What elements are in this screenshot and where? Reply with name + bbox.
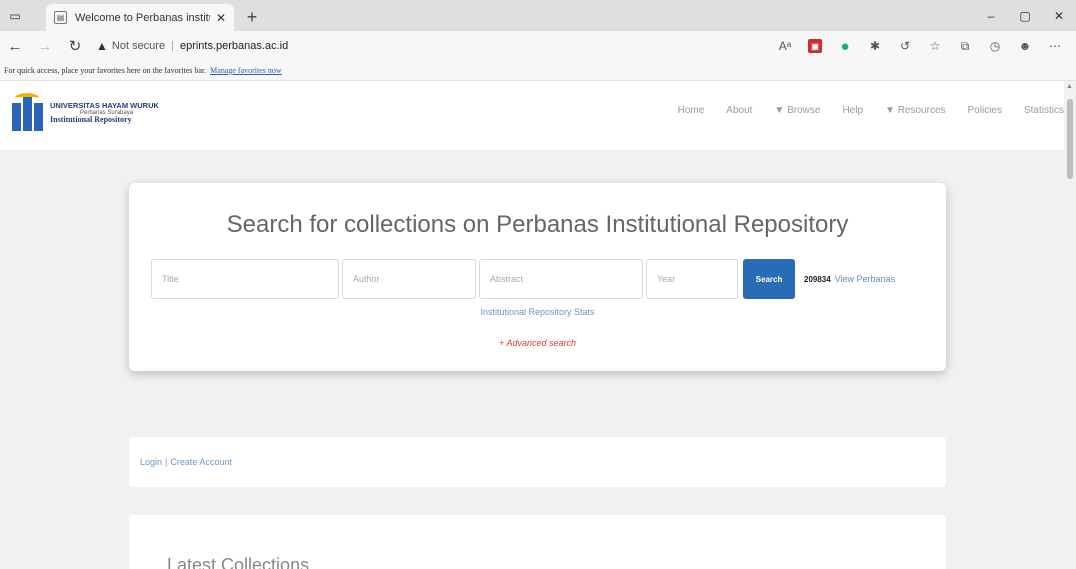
favorites-hint: For quick access, place your favorites h…	[4, 66, 207, 75]
search-form: Title Author Abstract Year Search 209834…	[151, 259, 895, 299]
site-header: UNIVERSITAS HAYAM WURUK Perbanas Surabay…	[0, 81, 1064, 151]
forward-icon[interactable]: →	[30, 31, 60, 61]
latest-collections-heading: Latest Collections	[167, 555, 310, 569]
pdf-extension-icon[interactable]: ▣	[808, 39, 822, 53]
refresh-icon[interactable]: ↻	[60, 31, 90, 61]
view-perbanas-link[interactable]: View Perbanas	[835, 274, 895, 284]
url-separator: |	[171, 40, 174, 52]
university-logo-icon	[10, 93, 44, 133]
url-text: eprints.perbanas.ac.id	[179, 40, 289, 52]
favorite-star-icon[interactable]: ☆	[920, 31, 950, 61]
repository-stats-link[interactable]: Institutional Repository Stats	[129, 307, 946, 317]
back-icon[interactable]: ←	[0, 31, 30, 61]
site-logo[interactable]: UNIVERSITAS HAYAM WURUK Perbanas Surabay…	[10, 93, 159, 133]
link-divider: |	[165, 457, 168, 467]
browser-toolbar: ← → ↻ ▲ Not secure | eprints.perbanas.ac…	[0, 31, 1076, 61]
search-card: Search for collections on Perbanas Insti…	[129, 183, 946, 371]
login-link[interactable]: Login	[140, 457, 162, 467]
browser-tab-bar: ▭ ▤ Welcome to Perbanas institutio ✕ + –…	[0, 0, 1076, 31]
not-secure-label: Not secure	[111, 40, 166, 52]
puzzle-extension-icon[interactable]: ✱	[860, 31, 890, 61]
nav-resources[interactable]: ▼ Resources	[885, 105, 945, 116]
browser-tab[interactable]: ▤ Welcome to Perbanas institutio ✕	[46, 4, 234, 31]
address-bar[interactable]: ▲ Not secure | eprints.perbanas.ac.id	[96, 34, 656, 58]
new-tab-button[interactable]: +	[238, 4, 266, 31]
favorites-bar: For quick access, place your favorites h…	[0, 61, 1076, 81]
scroll-up-icon[interactable]: ▲	[1066, 83, 1073, 90]
scrollbar-thumb[interactable]	[1067, 99, 1073, 179]
green-extension-icon[interactable]: ●	[830, 31, 860, 61]
abstract-input[interactable]: Abstract	[479, 259, 643, 299]
nav-statistics[interactable]: Statistics	[1024, 105, 1064, 116]
more-options-icon[interactable]: ⋯	[1040, 31, 1070, 61]
main-navigation: Home About ▼ Browse Help ▼ Resources Pol…	[656, 105, 1064, 116]
history-icon[interactable]: ◷	[980, 31, 1010, 61]
refresh-extension-icon[interactable]: ↺	[890, 31, 920, 61]
author-input[interactable]: Author	[342, 259, 476, 299]
collections-icon[interactable]: ⧉	[950, 31, 980, 61]
nav-policies[interactable]: Policies	[968, 105, 1002, 116]
logo-line-1: UNIVERSITAS HAYAM WURUK	[50, 100, 159, 110]
logo-line-3: Institutional Repository	[50, 114, 132, 124]
nav-help[interactable]: Help	[842, 105, 863, 116]
nav-browse[interactable]: ▼ Browse	[774, 105, 820, 116]
extension-icons: Aᵃ ▣ ● ✱ ↺ ☆ ⧉ ◷ ☻ ⋯	[770, 31, 1070, 61]
profile-icon[interactable]: ☻	[1010, 31, 1040, 61]
account-card: Login | Create Account	[129, 437, 946, 487]
create-account-link[interactable]: Create Account	[170, 457, 232, 467]
year-input[interactable]: Year	[646, 259, 738, 299]
page-scrollbar[interactable]: ▲	[1064, 81, 1076, 569]
advanced-search-link[interactable]: + Advanced search	[129, 338, 946, 348]
warning-icon: ▲	[96, 39, 108, 53]
tab-title: Welcome to Perbanas institutio	[75, 11, 210, 24]
nav-home[interactable]: Home	[678, 105, 705, 116]
latest-collections-card: Latest Collections	[129, 515, 946, 569]
minimize-icon[interactable]: –	[974, 0, 1008, 31]
close-window-icon[interactable]: ✕	[1042, 0, 1076, 31]
maximize-icon[interactable]: ▢	[1008, 0, 1042, 31]
manage-favorites-link[interactable]: Manage favorites now	[210, 66, 282, 75]
search-button[interactable]: Search	[743, 259, 795, 299]
title-input[interactable]: Title	[151, 259, 339, 299]
document-icon: ▤	[54, 11, 67, 24]
tab-actions-icon[interactable]: ▭	[0, 0, 30, 31]
nav-about[interactable]: About	[726, 105, 752, 116]
logo-text: UNIVERSITAS HAYAM WURUK Perbanas Surabay…	[50, 100, 159, 125]
read-aloud-icon[interactable]: Aᵃ	[770, 31, 800, 61]
page-content: Search for collections on Perbanas Insti…	[0, 151, 1064, 569]
collection-counter: 209834	[804, 274, 831, 284]
window-controls: – ▢ ✕	[974, 0, 1076, 31]
search-heading: Search for collections on Perbanas Insti…	[226, 211, 849, 238]
close-tab-icon[interactable]: ✕	[216, 11, 226, 25]
